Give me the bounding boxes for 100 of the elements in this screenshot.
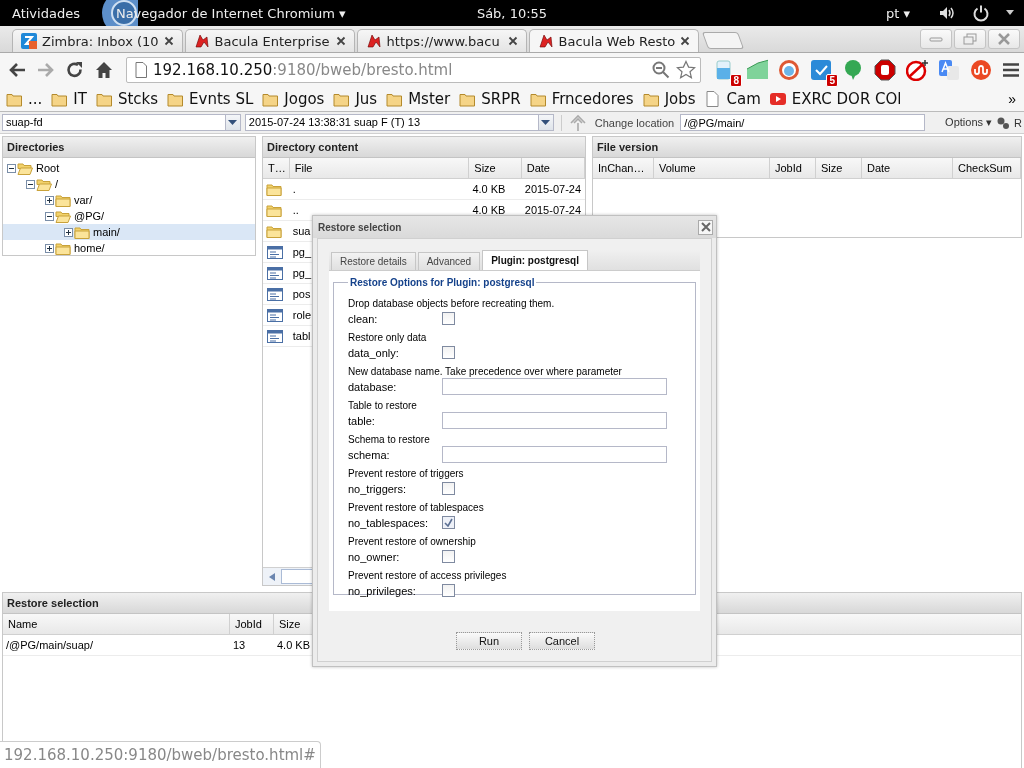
checkbox[interactable] [442,516,455,529]
column-header[interactable]: CheckSum [953,158,1021,178]
option-description: Prevent restore of access privileges [348,570,508,582]
browser-tab[interactable]: https://www.bacu [356,29,527,52]
badge: 8 [730,73,742,87]
translate-icon[interactable] [938,58,960,81]
checkbox[interactable] [442,482,455,495]
clock[interactable]: Sáb, 10:55 [476,5,548,21]
bookmark[interactable]: Jogos [262,89,325,108]
option-label: no_triggers: [348,482,408,495]
option-description: Prevent restore of tablespaces [348,502,485,514]
back-icon[interactable] [8,61,26,78]
tree-item[interactable]: var/ [3,192,255,208]
tree-item[interactable]: home/ [3,240,255,255]
dialog-tab[interactable]: Advanced [417,252,481,270]
location-field[interactable]: /@PG/main/ [680,114,926,131]
bookmark[interactable]: Jobs [642,89,696,108]
browser-tab[interactable]: Bacula Enterprise [184,29,355,52]
bird-favicon-icon [365,33,382,49]
browser-tab[interactable]: Bacula Web Resto [528,29,700,52]
browser-tab[interactable]: Zimbra: Inbox (10 [12,29,183,52]
dialog-button[interactable]: Run [456,632,522,650]
column-header[interactable]: JobId [230,614,274,634]
dialog-tab[interactable]: Restore details [331,252,416,270]
address-bar[interactable]: 192.168.10.250:9180/bweb/bresto.html [126,56,701,83]
power-icon[interactable] [972,4,990,22]
column-header[interactable]: Date [862,158,953,178]
column-header[interactable]: Date [521,158,585,178]
text-field[interactable] [442,446,667,463]
table-cell-text: 4.0 KB [471,183,507,195]
option-description: Prevent restore of ownership [348,536,477,548]
checkbox[interactable] [442,346,455,359]
column-header[interactable]: Size [469,158,522,178]
star-icon[interactable] [676,59,696,80]
option-description: Table to restore [348,400,418,412]
close-window-button[interactable] [988,29,1020,49]
close-icon[interactable] [163,36,174,46]
checkbox[interactable] [442,584,455,597]
collapse-icon[interactable] [7,163,16,173]
bookmark[interactable]: Cam [704,89,761,108]
checkbox[interactable] [442,550,455,563]
fieldset-legend: Restore Options for Plugin: postgresql [348,277,537,288]
menu-icon[interactable] [1002,61,1020,78]
document-icon [266,286,284,302]
bookmark[interactable]: Evnts SL [167,89,254,108]
column-header[interactable]: File [289,158,470,178]
column-header[interactable]: T… [263,158,290,178]
hand-stop-icon[interactable] [874,58,896,81]
text-field[interactable] [442,412,667,429]
home-icon[interactable] [95,60,113,79]
close-button[interactable] [698,219,713,235]
options-menu[interactable]: Options ▾ [945,116,993,129]
language-menu[interactable]: pt ▾ [886,5,910,21]
page-icon [704,90,721,107]
column-header[interactable]: Volume [654,158,770,178]
chart-icon[interactable] [746,58,768,81]
bookmark[interactable]: Stcks [95,89,159,108]
column-header[interactable]: Size [816,158,862,178]
toolbar-button[interactable]: R [1014,116,1022,129]
bookmark[interactable]: Frncedores [529,89,634,108]
bookmark[interactable]: IT [51,89,87,108]
dialog-tab[interactable]: Plugin: postgresql [482,250,588,270]
close-icon[interactable] [507,36,518,46]
close-icon[interactable] [335,36,346,46]
table-cell: . [292,183,296,195]
column-header[interactable]: InChan… [593,158,654,178]
document-icon [266,265,284,281]
column-header[interactable]: Name [3,614,230,634]
bookmark[interactable]: ... [6,89,43,108]
activities-button[interactable]: Atividades [12,5,80,21]
expand-icon[interactable] [64,227,73,237]
collapse-icon[interactable] [26,179,35,189]
bookmark[interactable]: SRPR [459,89,521,108]
volume-icon[interactable] [938,5,956,21]
expand-icon[interactable] [45,195,54,205]
reload-icon[interactable] [66,60,84,79]
collapse-icon[interactable] [45,211,54,221]
tree-item[interactable]: main/ [3,224,255,240]
tree-item[interactable]: Root [3,160,255,176]
dialog-button[interactable]: Cancel [529,632,595,650]
table-cell-text: 4.0 KB [276,639,312,651]
caret-icon[interactable] [1006,10,1014,16]
close-icon[interactable] [680,36,691,46]
checkbox[interactable] [442,312,455,325]
ad-block-icon[interactable] [906,58,928,81]
tree-item[interactable]: / [3,176,255,192]
dropdown-field[interactable]: 2015-07-24 13:38:31 suap F (T) 13 [244,114,554,131]
zoom-out-icon[interactable] [652,60,670,79]
tree-item[interactable]: @PG/ [3,208,255,224]
bookmark[interactable]: Mster [386,89,451,108]
more-bookmarks-button[interactable]: » [1008,90,1024,107]
expand-icon[interactable] [45,243,54,253]
stumble-icon[interactable] [970,58,992,81]
speech-bubble-icon[interactable] [842,58,864,81]
dropdown-field[interactable]: suap-fd [2,114,241,131]
checkmark-icon[interactable] [810,58,832,81]
bookmark[interactable]: EXRC DOR COl [769,89,902,108]
text-field[interactable] [442,378,667,395]
column-header[interactable]: JobId [770,158,816,178]
bookmark[interactable]: Jus [333,89,378,108]
